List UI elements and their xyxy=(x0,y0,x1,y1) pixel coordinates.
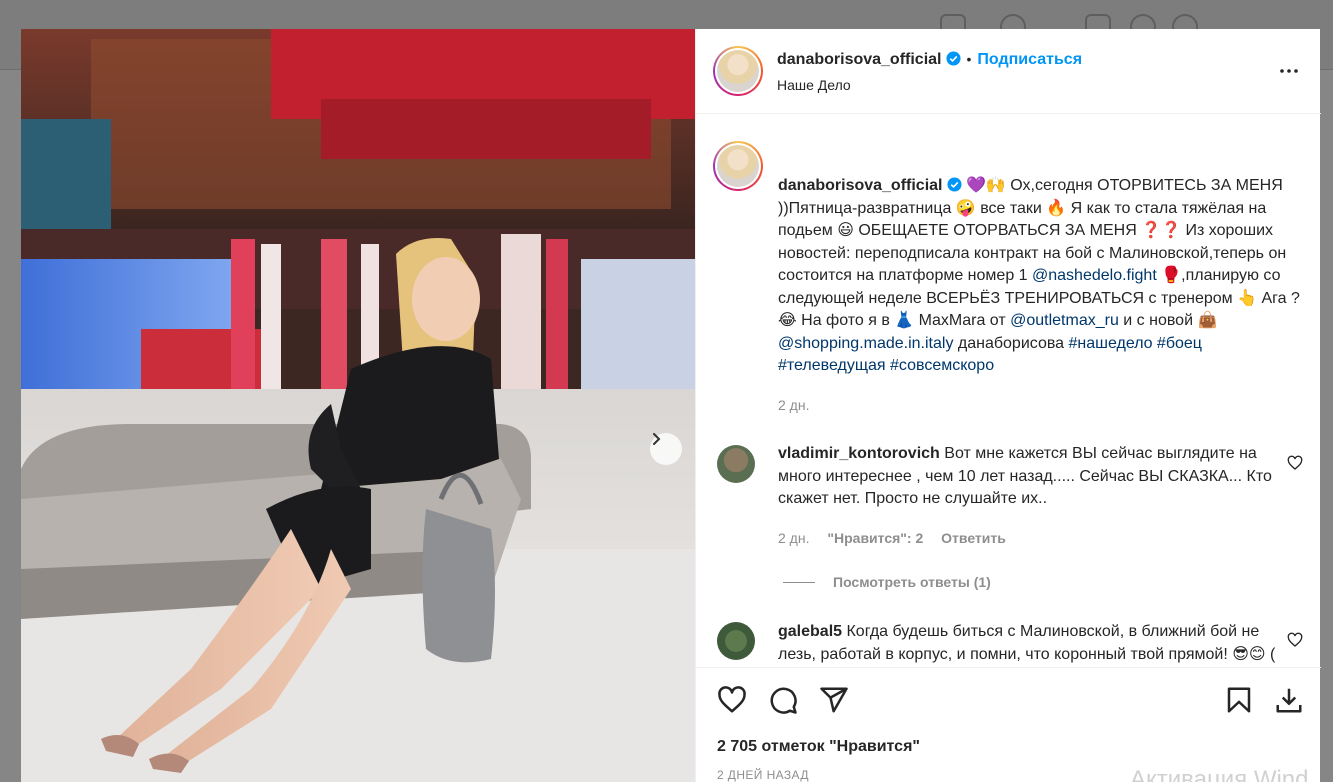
caption-block: danaborisova_official 💜🙌 Ох,сегодня ОТОР… xyxy=(696,115,1321,415)
comment-text: galebal5 Когда будешь биться с Малиновск… xyxy=(778,623,1276,663)
comment-icon[interactable] xyxy=(768,685,798,715)
replies-divider xyxy=(783,581,815,583)
separator-dot: • xyxy=(966,51,972,67)
hashtag-link[interactable]: #телеведущая xyxy=(778,357,886,374)
mention-link[interactable]: @shopping.made.in.italy xyxy=(778,335,953,352)
post-header: danaborisova_official • Подписаться Наше Д… xyxy=(696,29,1321,114)
more-options-icon[interactable] xyxy=(1277,59,1301,83)
comment-likes[interactable]: "Нравится": 2 xyxy=(827,530,923,546)
comment-time: 2 дн. xyxy=(778,530,810,546)
download-icon[interactable] xyxy=(1274,685,1304,715)
caption-segment: и с новой 👜 xyxy=(1118,312,1218,329)
comment-username[interactable]: galebal5 xyxy=(778,623,842,640)
heart-icon[interactable] xyxy=(717,685,747,715)
post-details-panel: danaborisova_official • Подписаться Наше Д… xyxy=(695,29,1321,782)
caption-avatar[interactable] xyxy=(713,141,763,191)
comment-meta: 2 дн. "Нравится": 2 Ответить xyxy=(778,530,1006,546)
mention-link[interactable]: @nashedelo.fight xyxy=(1032,267,1157,284)
caption-body: Ох,сегодня ОТОРВИТЕСЬ ЗА МЕНЯ ))Пятница-… xyxy=(778,177,1300,374)
save-bookmark-icon[interactable] xyxy=(1224,685,1254,715)
author-line: danaborisova_official • Подписаться xyxy=(777,51,1082,69)
next-photo-button[interactable] xyxy=(650,433,682,465)
hashtag-link[interactable]: #боец xyxy=(1157,335,1202,352)
post-photo xyxy=(21,29,695,782)
comment-item: galebal5 Когда будешь биться с Малиновск… xyxy=(696,615,1321,667)
post-date: 2 ДНЕЙ НАЗАД xyxy=(717,768,809,782)
photo-studio-scene xyxy=(21,29,695,782)
follow-button[interactable]: Подписаться xyxy=(977,51,1082,68)
activation-watermark: Активация Wind xyxy=(1130,766,1309,782)
comment-text: vladimir_kontorovich Вот мне кажется ВЫ … xyxy=(778,445,1272,507)
author-username[interactable]: danaborisova_official xyxy=(777,51,942,68)
caption-username[interactable]: danaborisova_official xyxy=(778,177,943,194)
caption-text: danaborisova_official 💜🙌 Ох,сегодня ОТОР… xyxy=(778,175,1308,378)
chevron-right-icon xyxy=(653,433,661,445)
post-location[interactable]: Наше Дело xyxy=(777,77,851,93)
author-avatar[interactable] xyxy=(713,46,763,96)
like-comment-icon[interactable] xyxy=(1287,455,1303,471)
caption-emoji: 💜🙌 xyxy=(965,177,1006,194)
caption-time: 2 дн. xyxy=(778,397,810,413)
like-comment-icon[interactable] xyxy=(1287,632,1303,648)
commenter-avatar[interactable] xyxy=(717,622,755,660)
view-replies-button[interactable]: Посмотреть ответы (1) xyxy=(783,574,991,590)
verified-badge-icon xyxy=(946,177,962,192)
post-modal: danaborisova_official • Подписаться Наше Д… xyxy=(21,29,1321,782)
commenter-avatar[interactable] xyxy=(717,445,755,483)
post-actions-bar: 2 705 отметок "Нравится" 2 ДНЕЙ НАЗАД xyxy=(696,667,1321,782)
reply-button[interactable]: Ответить xyxy=(941,530,1006,546)
likes-count[interactable]: 2 705 отметок "Нравится" xyxy=(717,738,920,756)
verified-badge-icon xyxy=(945,51,961,66)
mention-link[interactable]: @outletmax_ru xyxy=(1010,312,1119,329)
caption-segment: данаборисова xyxy=(953,334,1069,352)
share-icon[interactable] xyxy=(819,685,849,715)
comment-item: vladimir_kontorovich Вот мне кажется ВЫ … xyxy=(696,433,1321,553)
hashtag-link[interactable]: #совсемскоро xyxy=(890,357,994,374)
comment-username[interactable]: vladimir_kontorovich xyxy=(778,445,940,462)
comments-section: danaborisova_official 💜🙌 Ох,сегодня ОТОР… xyxy=(696,115,1321,667)
hashtag-link[interactable]: #нашеделo xyxy=(1069,335,1153,352)
